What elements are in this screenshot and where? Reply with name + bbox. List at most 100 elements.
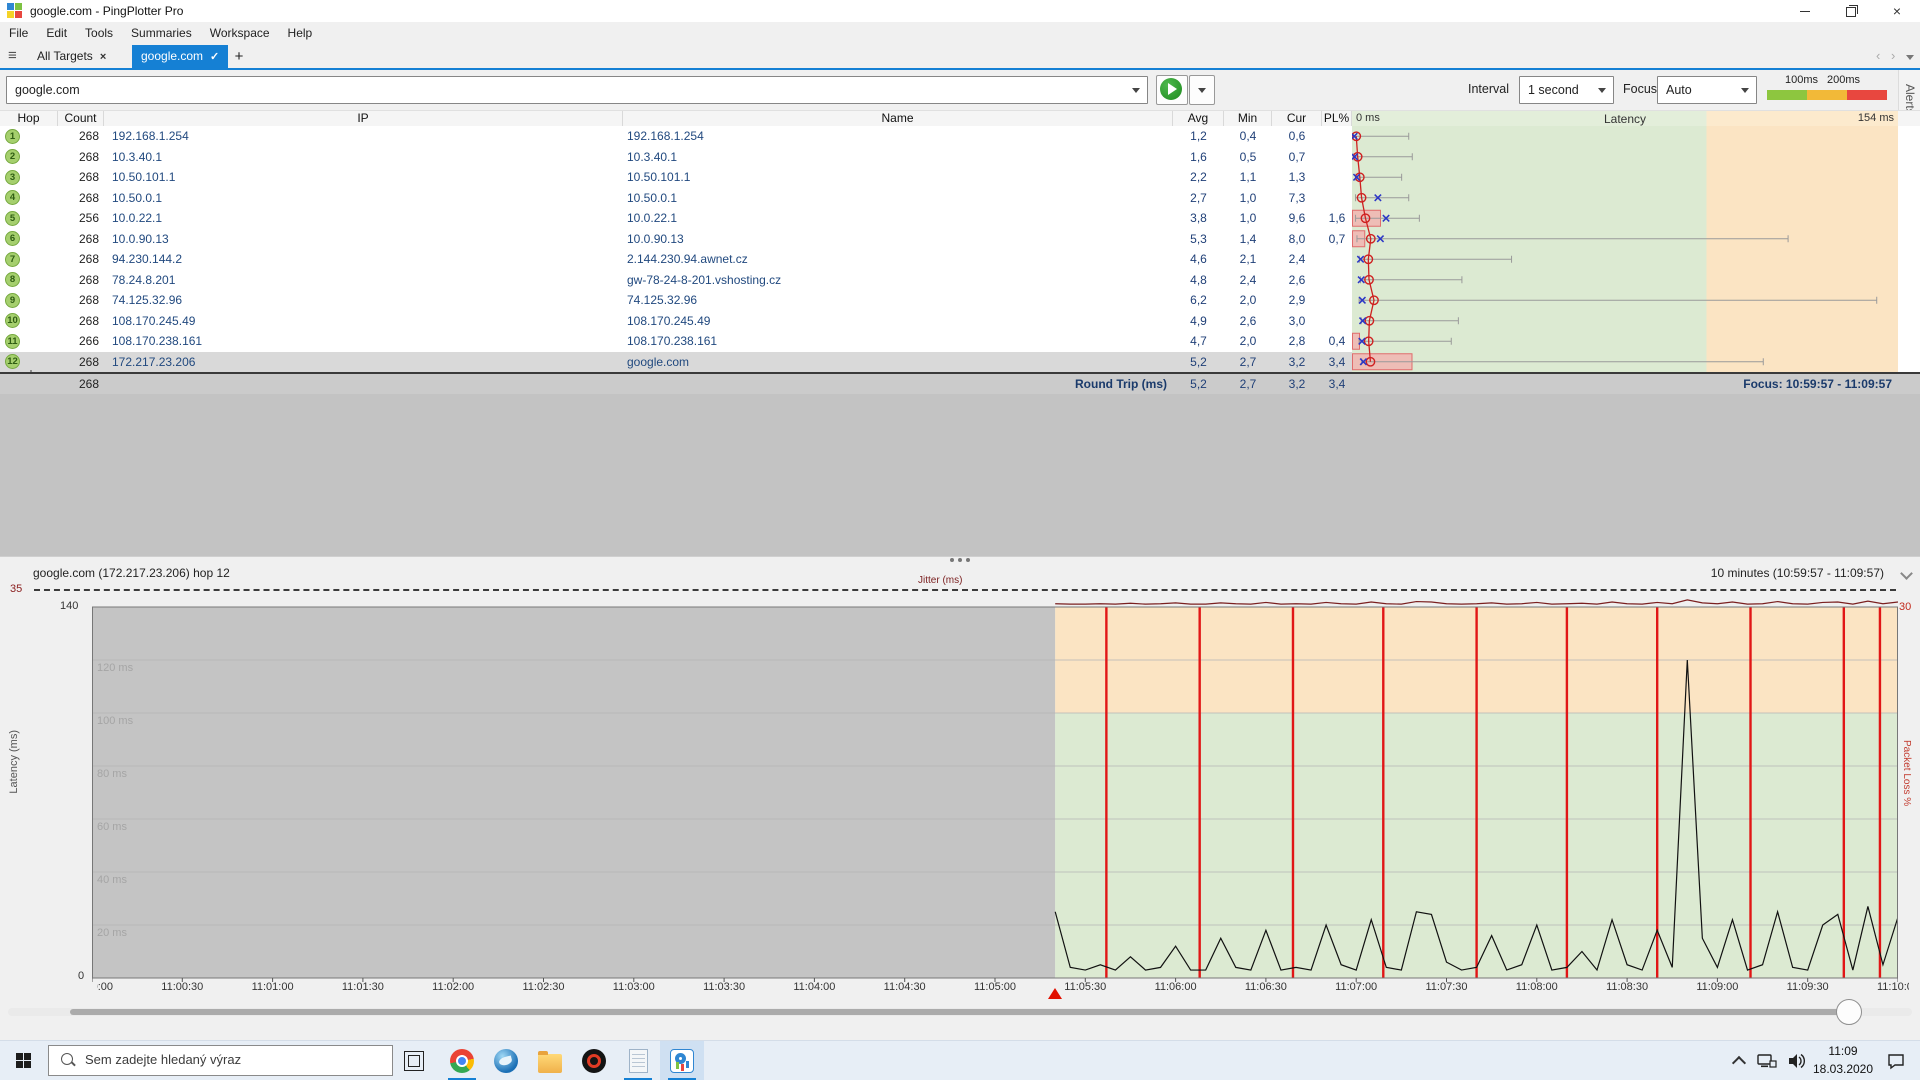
graph-time-range[interactable]: 10 minutes (10:59:57 - 11:09:57) [1711, 566, 1884, 580]
taskbar-file-explorer-icon[interactable] [528, 1041, 572, 1080]
time-tick-label: 11:00:30 [152, 981, 212, 993]
taskbar-pingplotter-icon[interactable] [660, 1041, 704, 1080]
column-header-avg[interactable]: Avg [1173, 111, 1224, 127]
interval-select[interactable]: 1 second [1519, 76, 1614, 104]
pane-splitter[interactable] [940, 552, 980, 560]
hop-cell: 9 [0, 290, 58, 311]
column-header-latency[interactable]: 0 ms Latency 154 ms [1352, 111, 1898, 127]
column-header-name[interactable]: Name [623, 111, 1173, 127]
tab-scroll-left-icon[interactable]: ‹ [1876, 48, 1880, 63]
taskbar-chrome-icon[interactable] [440, 1041, 484, 1080]
new-tab-button[interactable]: + [228, 45, 250, 68]
ip-cell: 10.3.40.1 [104, 147, 623, 168]
ip-cell: 94.230.144.2 [104, 249, 623, 270]
start-button[interactable] [0, 1041, 48, 1080]
table-row-hop-1[interactable]: 1268192.168.1.254192.168.1.2541,20,40,6 [0, 126, 1920, 147]
menu-tools[interactable]: Tools [76, 22, 122, 45]
avg-cell: 2,2 [1173, 167, 1224, 188]
pl-cell: 0,7 [1322, 229, 1352, 250]
column-header-pl[interactable]: PL% [1322, 111, 1352, 127]
cur-cell: 2,6 [1272, 270, 1322, 291]
taskbar-search-input[interactable]: Sem zadejte hledaný výraz [48, 1045, 393, 1076]
taskbar-thunderbird-icon[interactable] [484, 1041, 528, 1080]
ip-cell: 108.170.245.49 [104, 311, 623, 332]
column-header-ip[interactable]: IP [104, 111, 623, 127]
tab-list-dropdown-icon[interactable] [1906, 55, 1914, 60]
time-tick-label: 11:02:30 [514, 981, 574, 993]
graph-title: google.com (172.217.23.206) hop 12 [33, 566, 230, 580]
focus-start-marker-icon[interactable] [1048, 988, 1062, 999]
tab-google-com[interactable]: google.com✓ [132, 45, 228, 68]
timeline-scrollbar-thumb[interactable] [1836, 999, 1862, 1025]
table-row-hop-6[interactable]: 626810.0.90.1310.0.90.135,31,48,00,7 [0, 229, 1920, 250]
table-row-hop-11[interactable]: 11266108.170.238.161108.170.238.1614,72,… [0, 331, 1920, 352]
tray-volume-icon[interactable] [1782, 1041, 1812, 1080]
table-row-hop-10[interactable]: 10268108.170.245.49108.170.245.494,92,63… [0, 311, 1920, 332]
red-app-logo-icon [582, 1049, 606, 1073]
task-view-button[interactable] [404, 1051, 424, 1071]
target-input[interactable]: google.com [6, 76, 1148, 104]
close-button[interactable]: × [1874, 0, 1920, 22]
time-tick-label: 11:04:30 [875, 981, 935, 993]
name-cell: 10.0.90.13 [623, 229, 1173, 250]
menu-help[interactable]: Help [279, 22, 322, 45]
min-cell: 1,1 [1224, 167, 1272, 188]
latency-cell [1352, 311, 1898, 332]
target-dropdown-icon[interactable] [1132, 88, 1140, 93]
min-cell: 2,7 [1224, 352, 1272, 373]
pl-cell [1322, 188, 1352, 209]
start-options-button[interactable] [1189, 75, 1215, 105]
tab-all-targets[interactable]: All Targets× [28, 45, 115, 68]
count-cell: 268 [58, 147, 104, 168]
menu-workspace[interactable]: Workspace [201, 22, 279, 45]
gridline-label-40: 40 ms [97, 874, 127, 886]
min-cell: 1,0 [1224, 208, 1272, 229]
tab-scroll-right-icon[interactable]: › [1891, 48, 1895, 63]
table-row-hop-12[interactable]: 12268172.217.23.206google.com5,22,73,23,… [0, 352, 1920, 373]
summary-pl: 3,4 [1322, 374, 1352, 394]
table-row-hop-3[interactable]: 326810.50.101.110.50.101.12,21,11,3 [0, 167, 1920, 188]
table-row-hop-4[interactable]: 426810.50.0.110.50.0.12,71,07,3 [0, 188, 1920, 209]
tab-list-menu-icon[interactable]: ≡ [8, 47, 17, 64]
round-trip-summary-row[interactable]: 268 Round Trip (ms) 5,2 2,7 3,2 3,4 Focu… [0, 372, 1920, 394]
scale-100ms-label: 100ms [1785, 74, 1818, 86]
taskbar-red-app-icon[interactable] [572, 1041, 616, 1080]
taskbar-journal-icon[interactable] [616, 1041, 660, 1080]
time-tick-label: 11:07:30 [1417, 981, 1477, 993]
column-header-min[interactable]: Min [1224, 111, 1272, 127]
restore-button[interactable] [1828, 0, 1874, 22]
time-tick-label: 11:08:00 [1507, 981, 1567, 993]
minimize-button[interactable] [1782, 0, 1828, 22]
menu-file[interactable]: File [0, 22, 37, 45]
focus-select[interactable]: Auto [1657, 76, 1757, 104]
cur-cell: 2,8 [1272, 331, 1322, 352]
close-tab-icon[interactable]: × [100, 51, 106, 63]
tray-show-hidden-icons[interactable] [1726, 1041, 1752, 1080]
column-header-hop[interactable]: Hop [0, 111, 58, 127]
table-row-hop-5[interactable]: 525610.0.22.110.0.22.13,81,09,61,6 [0, 208, 1920, 229]
timeline-scrollbar-bar[interactable] [70, 1009, 1850, 1015]
avg-cell: 6,2 [1173, 290, 1224, 311]
menu-summaries[interactable]: Summaries [122, 22, 201, 45]
table-row-hop-9[interactable]: 926874.125.32.9674.125.32.966,22,02,9 [0, 290, 1920, 311]
focus-label: Focus [1623, 82, 1657, 96]
column-header-cur[interactable]: Cur [1272, 111, 1322, 127]
action-center-icon[interactable] [1878, 1041, 1914, 1080]
avg-cell: 4,9 [1173, 311, 1224, 332]
name-cell: 10.3.40.1 [623, 147, 1173, 168]
start-trace-button[interactable] [1156, 75, 1188, 105]
tray-network-icon[interactable] [1752, 1041, 1782, 1080]
table-row-hop-2[interactable]: 226810.3.40.110.3.40.11,60,50,7 [0, 147, 1920, 168]
latency-axis-max: 140 [60, 600, 78, 612]
focus-value: Auto [1658, 83, 1692, 97]
latency-color-bar [1767, 90, 1887, 100]
column-header-count[interactable]: Count [58, 111, 104, 127]
hop-badge: 4 [5, 190, 20, 205]
menu-edit[interactable]: Edit [37, 22, 76, 45]
hop-badge: 11 [5, 334, 20, 349]
time-tick-label: 11:03:30 [694, 981, 754, 993]
taskbar-clock[interactable]: 11:09 18.03.2020 [1812, 1041, 1874, 1080]
table-row-hop-7[interactable]: 726894.230.144.22.144.230.94.awnet.cz4,6… [0, 249, 1920, 270]
timeline-graph[interactable] [92, 583, 1898, 983]
table-row-hop-8[interactable]: 826878.24.8.201gw-78-24-8-201.vshosting.… [0, 270, 1920, 291]
